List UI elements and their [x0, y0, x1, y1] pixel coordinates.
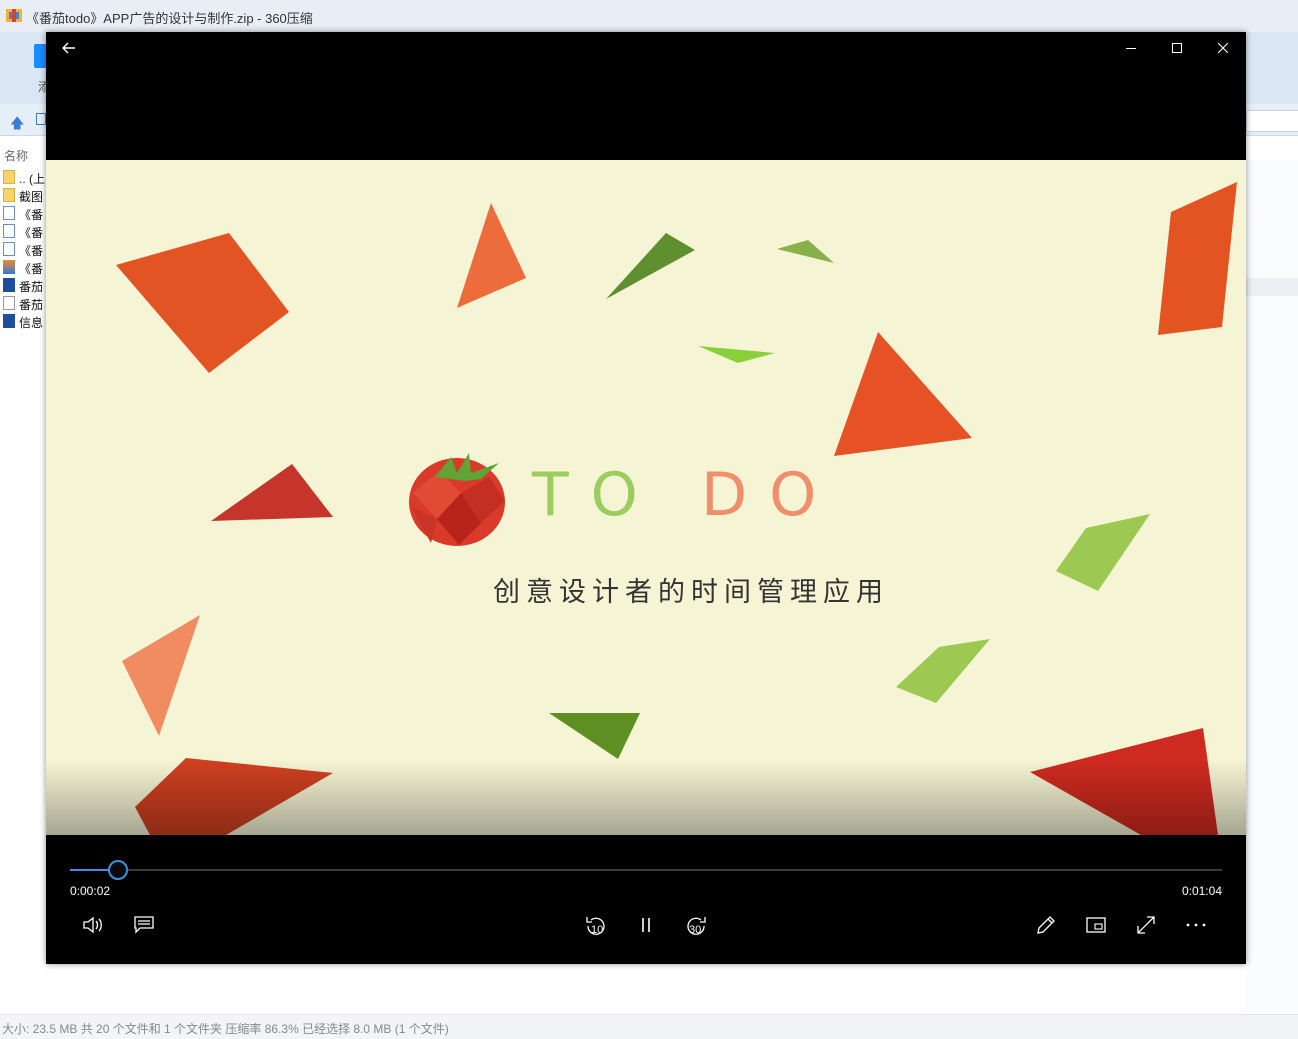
- shape-orange-parallelogram: [1158, 182, 1237, 335]
- volume-icon: [83, 916, 102, 934]
- shape-lime-shard-2: [896, 639, 990, 703]
- shape-green-sliver-2: [777, 240, 834, 263]
- file-list-item[interactable]: 《番: [0, 240, 46, 258]
- shape-big-orange-triangle: [834, 332, 972, 456]
- file-list-item[interactable]: 《番: [0, 204, 46, 222]
- total-time: 0:01:04: [1181, 884, 1222, 898]
- document-icon: [3, 242, 15, 256]
- pause-icon: [642, 918, 650, 932]
- address-field[interactable]: [1246, 110, 1298, 132]
- file-name: 《番: [19, 208, 44, 222]
- archive-right-panel: [1246, 160, 1298, 1010]
- shape-salmon-triangle: [122, 615, 200, 736]
- selected-row-highlight: [1246, 278, 1298, 296]
- more-icon: [1186, 923, 1206, 927]
- more-options-button[interactable]: [1176, 909, 1216, 941]
- skip-forward-button[interactable]: 30: [676, 909, 716, 941]
- close-button[interactable]: [1200, 32, 1246, 64]
- logo-to: TO: [532, 460, 660, 530]
- file-list-item[interactable]: 番茄: [0, 276, 46, 294]
- file-list-item[interactable]: .. (上: [0, 168, 46, 186]
- shape-orange-diamond: [116, 233, 289, 373]
- video-frame[interactable]: TO DO 创意设计者的时间管理应用: [46, 160, 1246, 835]
- image-icon: [3, 260, 15, 274]
- archive-app-icon: [6, 8, 22, 23]
- subtitles-button[interactable]: [124, 909, 164, 941]
- maximize-icon: [1172, 43, 1182, 53]
- seek-bar-thumb[interactable]: [108, 860, 128, 880]
- minimize-icon: [1126, 48, 1136, 49]
- skip-back-seconds: 10: [591, 924, 604, 936]
- video-bottom-shade: [46, 760, 1246, 835]
- mini-view-button[interactable]: [1076, 909, 1116, 941]
- file-list-item[interactable]: 《番: [0, 258, 46, 276]
- file-name: 《番: [19, 244, 44, 258]
- shape-orange-triangle: [457, 203, 526, 308]
- archive-window-title: 《番茄todo》APP广告的设计与制作.zip - 360压缩: [26, 11, 313, 26]
- pause-button[interactable]: [626, 909, 666, 941]
- shape-lime-shard-1: [1056, 514, 1150, 591]
- player-titlebar: [46, 32, 1246, 64]
- file-list: .. (上 截图 《番 《番 《番 《番 番茄 番茄 信息: [0, 168, 46, 330]
- file-list-item[interactable]: 番茄: [0, 294, 46, 312]
- skip-forward-seconds: 30: [689, 924, 702, 936]
- shape-green-sliver-1: [606, 233, 695, 299]
- file-name: 截图: [19, 190, 44, 204]
- status-text: 大小: 23.5 MB 共 20 个文件和 1 个文件夹 压缩率 86.3% 已…: [2, 1022, 449, 1036]
- column-header-name[interactable]: 名称: [0, 144, 46, 164]
- archive-status-bar: 大小: 23.5 MB 共 20 个文件和 1 个文件夹 压缩率 86.3% 已…: [0, 1014, 1298, 1039]
- mini-view-icon: [1086, 917, 1106, 933]
- fullscreen-button[interactable]: [1126, 909, 1166, 941]
- view-icon[interactable]: [36, 113, 46, 125]
- video-player-window: TO DO 创意设计者的时间管理应用 0:00:02 0:01:04 10 30: [46, 32, 1246, 964]
- file-name: 《番: [19, 226, 44, 240]
- maximize-button[interactable]: [1154, 32, 1200, 64]
- file-name: 番茄: [19, 280, 44, 294]
- blank-file-icon: [3, 296, 15, 310]
- playback-controls: 0:00:02 0:01:04 10 30: [46, 835, 1246, 964]
- current-time: 0:00:02: [70, 884, 111, 898]
- file-list-item[interactable]: 信息: [0, 312, 46, 330]
- video-tagline: 创意设计者的时间管理应用: [493, 577, 889, 608]
- file-name: .. (上: [19, 172, 45, 186]
- shape-lime-sliver: [698, 346, 775, 363]
- document-icon: [3, 206, 15, 220]
- folder-icon: [3, 188, 15, 202]
- edit-button[interactable]: [1026, 909, 1066, 941]
- document-icon: [3, 224, 15, 238]
- app-logo-text: TO DO: [532, 460, 838, 530]
- back-button[interactable]: [46, 32, 92, 64]
- subtitles-icon: [134, 916, 154, 934]
- close-icon: [1218, 43, 1228, 53]
- shape-green-triangle: [549, 713, 640, 759]
- folder-icon: [3, 170, 15, 184]
- shape-red-triangle: [211, 464, 333, 521]
- archive-window-titlebar: 《番茄todo》APP广告的设计与制作.zip - 360压缩: [0, 0, 1298, 32]
- program-icon: [3, 314, 15, 328]
- executable-icon: [3, 278, 15, 292]
- pencil-icon: [1037, 916, 1055, 934]
- minimize-button[interactable]: [1108, 32, 1154, 64]
- volume-button[interactable]: [74, 909, 114, 941]
- tomato-logo: [409, 453, 505, 546]
- file-list-item[interactable]: 《番: [0, 222, 46, 240]
- skip-back-button[interactable]: 10: [576, 909, 616, 941]
- file-name: 信息: [19, 316, 44, 330]
- file-list-item[interactable]: 截图: [0, 186, 46, 204]
- seek-bar-track[interactable]: [70, 869, 1222, 871]
- logo-do: DO: [700, 460, 839, 530]
- fullscreen-icon: [1137, 916, 1155, 934]
- file-name: 番茄: [19, 298, 44, 312]
- file-name: 《番: [19, 262, 44, 276]
- up-arrow-icon[interactable]: 🡅: [10, 113, 24, 137]
- back-arrow-icon: [62, 42, 75, 54]
